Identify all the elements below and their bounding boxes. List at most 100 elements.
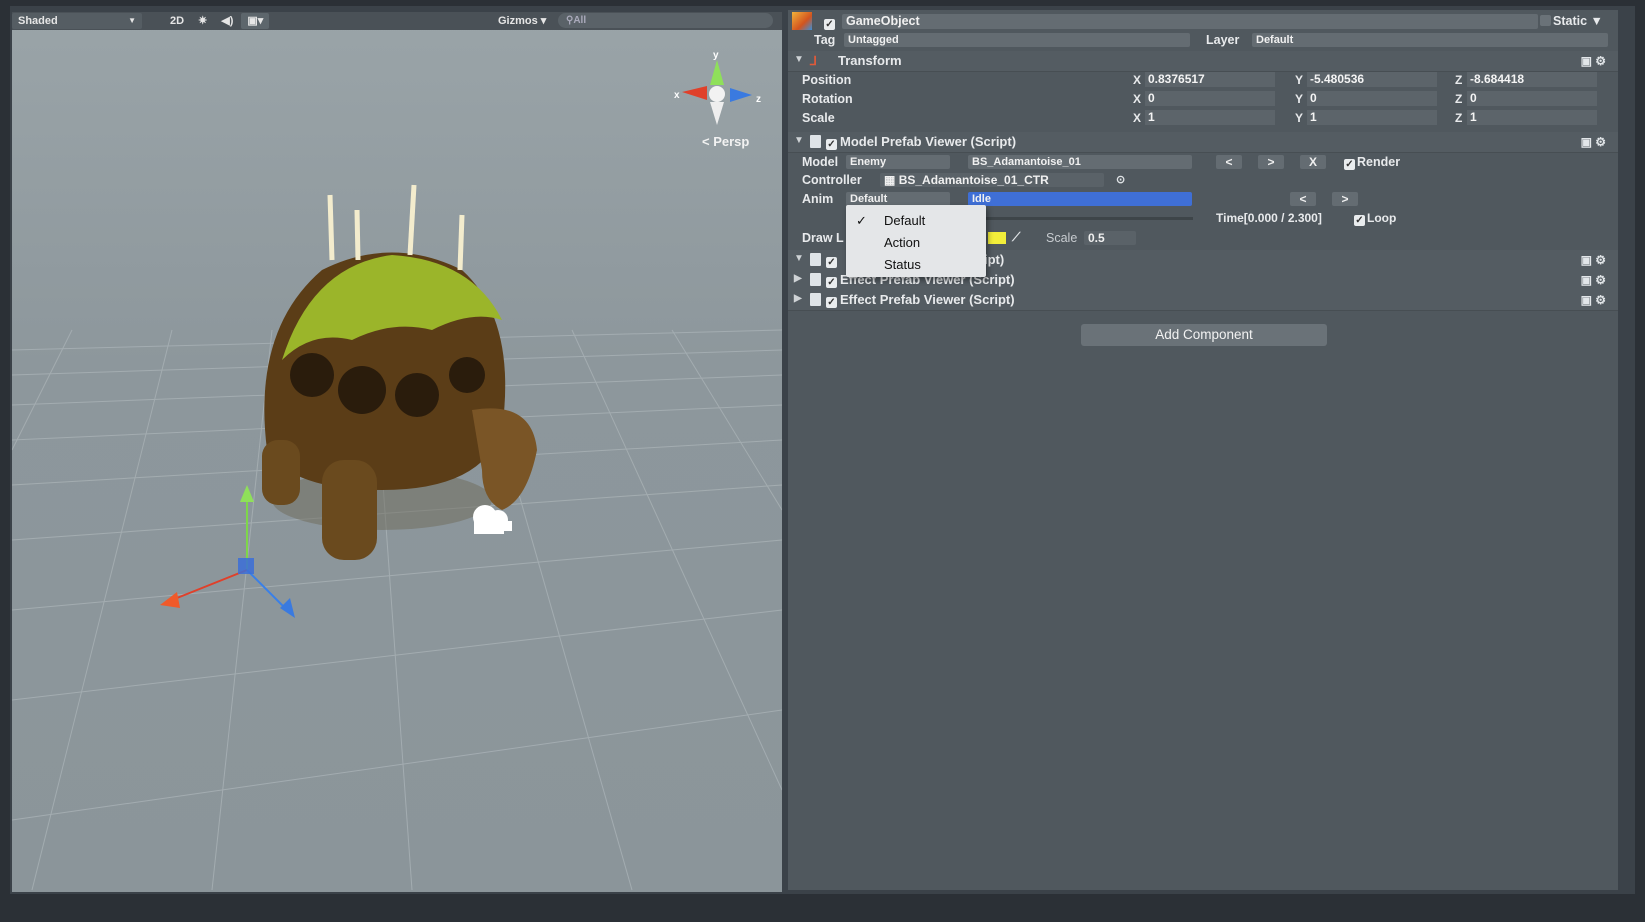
controller-row: Controller ▦ BS_Adamantoise_01_CTR ⊙ — [788, 171, 1618, 190]
loop-label: Loop — [1367, 211, 1397, 225]
script-icon — [810, 253, 821, 266]
layer-dropdown[interactable]: Default — [1252, 33, 1608, 47]
model-prev-button[interactable]: < — [1216, 155, 1242, 169]
scale-row: Scale X1 Y1 Z1 — [788, 109, 1618, 128]
component-header-3[interactable]: ▶ ✓ Effect Prefab Viewer (Script) ▣ ⚙ — [788, 290, 1618, 311]
anim-clip-dropdown[interactable]: Idle — [968, 192, 1192, 206]
shading-mode-dropdown[interactable]: Shaded ▼ — [12, 13, 142, 29]
gizmos-label: Gizmos — [498, 15, 538, 27]
menu-item-default[interactable]: Default — [884, 213, 925, 228]
rotation-x-field[interactable]: 0 — [1145, 91, 1275, 106]
scene-toolbar: Shaded ▼ 2D ✷ ◀) ▣▾ Gizmos ▾ ⚲All — [12, 12, 782, 30]
model-name-dropdown[interactable]: BS_Adamantoise_01 — [968, 155, 1192, 169]
anim-category-menu: ✓ Default Action Status — [846, 205, 986, 277]
position-y-field[interactable]: -5.480536 — [1307, 72, 1437, 87]
gizmos-dropdown[interactable]: Gizmos ▾ — [492, 13, 552, 29]
script-icon — [810, 273, 821, 286]
draw-color-swatch[interactable] — [988, 232, 1006, 244]
static-toggle[interactable]: Static ▼ — [1540, 14, 1603, 28]
model-viewer-title: Model Prefab Viewer (Script) — [840, 134, 1017, 149]
scene-canvas: y x z — [12, 50, 782, 891]
controller-label: Controller — [802, 173, 862, 187]
foldout-expanded-icon[interactable]: ▼ — [794, 253, 804, 264]
scale-y-field[interactable]: 1 — [1307, 110, 1437, 125]
animator-controller-icon: ▦ — [884, 173, 896, 187]
model-viewer-header[interactable]: ▼ ✓ Model Prefab Viewer (Script) ▣ ⚙ — [788, 132, 1618, 153]
component-settings-icon[interactable]: ▣ ⚙ — [1581, 135, 1606, 149]
component-settings-icon[interactable]: ▣ ⚙ — [1581, 54, 1606, 68]
render-toggle[interactable]: ✓ Render — [1344, 155, 1400, 170]
lighting-toggle-icon[interactable]: ✷ — [192, 13, 213, 29]
scene-view[interactable]: Shaded ▼ 2D ✷ ◀) ▣▾ Gizmos ▾ ⚲All y x z … — [12, 12, 782, 892]
rotation-z-field[interactable]: 0 — [1467, 91, 1597, 106]
tag-dropdown[interactable]: Untagged — [844, 33, 1190, 47]
controller-value: BS_Adamantoise_01_CTR — [898, 173, 1049, 187]
effects-toggle-icon[interactable]: ▣▾ — [241, 13, 270, 29]
rotation-row: Rotation X0 Y0 Z0 — [788, 90, 1618, 109]
scene-search-input[interactable]: ⚲All — [558, 13, 773, 28]
gizmo-axis-z-label: z — [756, 94, 761, 105]
scale-z-field[interactable]: 1 — [1467, 110, 1597, 125]
transform-icon: ⅃ — [810, 54, 817, 68]
render-label: Render — [1357, 155, 1401, 169]
foldout-collapsed-icon[interactable]: ▶ — [794, 293, 802, 304]
orientation-gizmo[interactable]: y x z — [674, 50, 761, 125]
2d-toggle-button[interactable]: 2D — [164, 13, 190, 29]
position-z-field[interactable]: -8.684418 — [1467, 72, 1597, 87]
draw-scale-field[interactable]: 0.5 — [1084, 231, 1136, 245]
chevron-down-icon: ▼ — [1590, 14, 1603, 28]
eyedropper-icon[interactable]: ⟋ — [1012, 230, 1020, 245]
anim-label: Anim — [802, 192, 834, 206]
draw-label: Draw L — [802, 231, 844, 245]
anim-next-button[interactable]: > — [1332, 192, 1358, 206]
transform-header[interactable]: ▼ ⅃ Transform ▣ ⚙ — [788, 51, 1618, 72]
component-title: ipt) — [984, 252, 1005, 267]
object-header: ✓ GameObject Static ▼ — [788, 12, 1618, 32]
rotation-label: Rotation — [802, 92, 853, 106]
component-enabled-checkbox[interactable]: ✓ — [826, 273, 839, 288]
anim-prev-button[interactable]: < — [1290, 192, 1316, 206]
camera-gizmo-icon[interactable] — [473, 505, 512, 534]
component-enabled-checkbox[interactable]: ✓ — [826, 293, 839, 308]
component-settings-icon[interactable]: ▣ ⚙ — [1581, 273, 1606, 287]
component-title: Effect Prefab Viewer (Script) — [840, 292, 1015, 307]
shading-mode-label: Shaded — [18, 15, 58, 27]
position-row: Position X 0.8376517 Y -5.480536 Z -8.68441… — [788, 71, 1618, 90]
component-settings-icon[interactable]: ▣ ⚙ — [1581, 253, 1606, 267]
position-x-field[interactable]: 0.8376517 — [1145, 72, 1275, 87]
foldout-collapsed-icon[interactable]: ▶ — [794, 273, 802, 284]
script-icon — [810, 135, 821, 148]
menu-item-action[interactable]: Action — [884, 235, 920, 250]
search-placeholder: All — [573, 15, 587, 26]
loop-toggle[interactable]: ✓ Loop — [1354, 211, 1396, 226]
object-name-field[interactable]: GameObject — [842, 14, 1538, 29]
controller-field[interactable]: ▦ BS_Adamantoise_01_CTR — [880, 173, 1104, 187]
foldout-expanded-icon[interactable]: ▼ — [794, 135, 804, 146]
position-label: Position — [802, 73, 852, 87]
model-next-button[interactable]: > — [1258, 155, 1284, 169]
tortoise-model[interactable] — [262, 184, 537, 560]
foldout-expanded-icon[interactable]: ▼ — [794, 54, 804, 65]
tag-layer-row: Tag Untagged Layer Default — [788, 31, 1618, 50]
scale-x-field[interactable]: 1 — [1145, 110, 1275, 125]
object-picker-icon[interactable]: ⊙ — [1116, 173, 1125, 186]
component-settings-icon[interactable]: ▣ ⚙ — [1581, 293, 1606, 307]
model-category-dropdown[interactable]: Enemy — [846, 155, 950, 169]
active-checkbox[interactable]: ✓ — [824, 15, 837, 30]
script-icon — [810, 293, 821, 306]
add-component-button[interactable]: Add Component — [1081, 324, 1327, 346]
projection-toggle[interactable]: < Persp — [702, 134, 749, 149]
audio-toggle-icon[interactable]: ◀) — [215, 13, 239, 29]
anim-category-dropdown[interactable]: Default — [846, 192, 950, 206]
time-readout: Time[0.000 / 2.300] — [1216, 211, 1322, 225]
menu-item-status[interactable]: Status — [884, 257, 921, 272]
checkmark-icon: ✓ — [856, 213, 867, 228]
model-viewer-enabled-checkbox[interactable]: ✓ — [826, 135, 839, 150]
gizmo-axis-y-label: y — [713, 50, 719, 61]
component-enabled-checkbox[interactable]: ✓ — [826, 253, 839, 268]
model-row: Model Enemy BS_Adamantoise_01 < > X ✓ Ren… — [788, 153, 1618, 172]
layer-label: Layer — [1206, 33, 1240, 47]
rotation-y-field[interactable]: 0 — [1307, 91, 1437, 106]
model-close-button[interactable]: X — [1300, 155, 1326, 169]
inspector-panel: ✓ GameObject Static ▼ Tag Untagged Layer… — [788, 10, 1618, 890]
